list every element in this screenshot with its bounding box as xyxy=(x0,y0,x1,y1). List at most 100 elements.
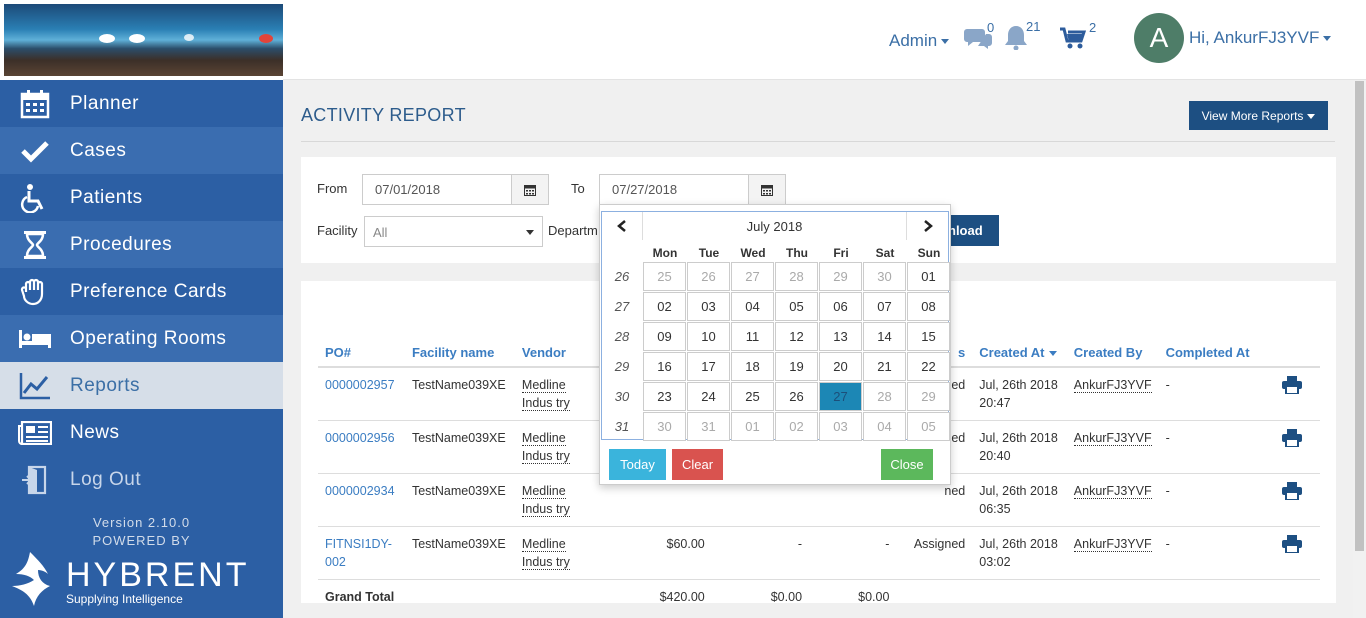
calendar-day[interactable]: 08 xyxy=(907,292,950,321)
calendar-day[interactable]: 28 xyxy=(775,262,818,291)
column-header-created-by[interactable]: Created By xyxy=(1066,301,1159,368)
column-header-created-at[interactable]: Created At xyxy=(972,301,1067,368)
calendar-day[interactable]: 29 xyxy=(819,262,862,291)
calendar-day[interactable]: 25 xyxy=(731,382,774,411)
facility-select[interactable]: All xyxy=(364,216,543,247)
calendar-day[interactable]: 02 xyxy=(643,292,686,321)
calendar-day[interactable]: 03 xyxy=(687,292,730,321)
close-button[interactable]: Close xyxy=(881,449,933,480)
vendor-name[interactable]: Medline Indus try xyxy=(521,378,570,411)
calendar-day[interactable]: 10 xyxy=(687,322,730,351)
sidebar-item-reports[interactable]: Reports xyxy=(0,362,283,409)
calendar-day[interactable]: 28 xyxy=(863,382,906,411)
sidebar-item-planner[interactable]: Planner xyxy=(0,80,283,127)
calendar-day[interactable]: 09 xyxy=(643,322,686,351)
chevron-down-icon xyxy=(526,230,534,235)
calendar-day[interactable]: 15 xyxy=(907,322,950,351)
calendar-day[interactable]: 14 xyxy=(863,322,906,351)
calendar-day[interactable]: 05 xyxy=(775,292,818,321)
sidebar-item-operating-rooms[interactable]: Operating Rooms xyxy=(0,315,283,362)
today-button[interactable]: Today xyxy=(609,449,666,480)
bell-icon[interactable] xyxy=(1004,24,1028,53)
next-month-button[interactable] xyxy=(907,212,948,240)
column-header-facility[interactable]: Facility name xyxy=(404,301,515,368)
po-link[interactable]: 0000002957 xyxy=(318,366,405,421)
calendar-day[interactable]: 11 xyxy=(731,322,774,351)
calendar-day[interactable]: 01 xyxy=(731,412,774,441)
print-icon[interactable] xyxy=(1282,535,1303,556)
avatar[interactable]: A xyxy=(1134,13,1184,63)
calendar-day[interactable]: 13 xyxy=(819,322,862,351)
download-button[interactable]: nload xyxy=(948,215,999,246)
column-header-po[interactable]: PO# xyxy=(318,301,405,368)
po-link[interactable]: 0000002934 xyxy=(318,473,405,527)
print-cell xyxy=(1275,526,1320,580)
sidebar-item-preference-cards[interactable]: Preference Cards xyxy=(0,268,283,315)
sidebar-item-logout[interactable]: Log Out xyxy=(0,456,283,503)
calendar-day[interactable]: 04 xyxy=(731,292,774,321)
calendar-day[interactable]: 04 xyxy=(863,412,906,441)
created-by-name[interactable]: AnkurFJ3YVF xyxy=(1073,431,1152,446)
column-header-vendor[interactable]: Vendor xyxy=(514,301,603,368)
calendar-day[interactable]: 31 xyxy=(687,412,730,441)
calendar-day[interactable]: 30 xyxy=(863,262,906,291)
vendor-name[interactable]: Medline Indus try xyxy=(521,484,570,517)
calendar-day[interactable]: 26 xyxy=(775,382,818,411)
view-more-reports-button[interactable]: View More Reports xyxy=(1189,101,1328,130)
sidebar-item-label: Reports xyxy=(70,374,141,396)
sidebar-item-news[interactable]: News xyxy=(0,409,283,456)
created-at-cell: Jul, 26th 2018 06:35 xyxy=(972,473,1067,527)
calendar-day[interactable]: 17 xyxy=(687,352,730,381)
calendar-day[interactable]: 27 xyxy=(731,262,774,291)
sidebar-item-procedures[interactable]: Procedures xyxy=(0,221,283,268)
cart-icon[interactable] xyxy=(1060,27,1087,52)
admin-dropdown[interactable]: Admin xyxy=(889,31,950,51)
to-calendar-button[interactable] xyxy=(748,174,786,205)
clear-button[interactable]: Clear xyxy=(672,449,723,480)
calendar-day-selected[interactable]: 27 xyxy=(819,382,862,411)
to-date-input[interactable] xyxy=(599,174,749,205)
calendar-day[interactable]: 12 xyxy=(775,322,818,351)
created-by-name[interactable]: AnkurFJ3YVF xyxy=(1073,484,1152,499)
calendar-day[interactable]: 24 xyxy=(687,382,730,411)
from-calendar-button[interactable] xyxy=(511,174,549,205)
calendar-day[interactable]: 05 xyxy=(907,412,950,441)
sidebar-item-patients[interactable]: Patients xyxy=(0,174,283,221)
print-icon[interactable] xyxy=(1282,376,1303,397)
po-link[interactable]: 0000002956 xyxy=(318,420,405,474)
month-switch[interactable]: July 2018 xyxy=(643,212,907,240)
po-link[interactable]: FITNSI1DY-002 xyxy=(318,526,405,580)
calendar-day[interactable]: 07 xyxy=(863,292,906,321)
created-by-name[interactable]: AnkurFJ3YVF xyxy=(1073,378,1152,393)
calendar-day[interactable]: 21 xyxy=(863,352,906,381)
print-icon[interactable] xyxy=(1282,482,1303,503)
header-banner-image xyxy=(4,4,283,76)
calendar-day[interactable]: 02 xyxy=(775,412,818,441)
calendar-day[interactable]: 29 xyxy=(907,382,950,411)
created-by-name[interactable]: AnkurFJ3YVF xyxy=(1073,537,1152,552)
calendar-day[interactable]: 25 xyxy=(643,262,686,291)
calendar-day[interactable]: 30 xyxy=(643,412,686,441)
from-date-input[interactable] xyxy=(362,174,512,205)
sidebar-item-cases[interactable]: Cases xyxy=(0,127,283,174)
calendar-icon xyxy=(524,184,536,196)
calendar-day[interactable]: 18 xyxy=(731,352,774,381)
calendar-day[interactable]: 16 xyxy=(643,352,686,381)
wheelchair-icon xyxy=(0,183,70,213)
calendar-day[interactable]: 22 xyxy=(907,352,950,381)
scrollbar-thumb[interactable] xyxy=(1355,81,1364,551)
vendor-cell: Medline Indus try xyxy=(514,366,603,421)
calendar-day[interactable]: 06 xyxy=(819,292,862,321)
calendar-day[interactable]: 23 xyxy=(643,382,686,411)
print-icon[interactable] xyxy=(1282,429,1303,450)
column-header-completed-at[interactable]: Completed At xyxy=(1158,301,1276,368)
vendor-name[interactable]: Medline Indus try xyxy=(521,431,570,464)
calendar-day[interactable]: 01 xyxy=(907,262,950,291)
calendar-day[interactable]: 03 xyxy=(819,412,862,441)
prev-month-button[interactable] xyxy=(602,212,643,240)
user-menu[interactable]: Hi, AnkurFJ3YVF xyxy=(1189,28,1332,48)
calendar-day[interactable]: 19 xyxy=(775,352,818,381)
calendar-day[interactable]: 20 xyxy=(819,352,862,381)
calendar-day[interactable]: 26 xyxy=(687,262,730,291)
vendor-name[interactable]: Medline Indus try xyxy=(521,537,570,570)
